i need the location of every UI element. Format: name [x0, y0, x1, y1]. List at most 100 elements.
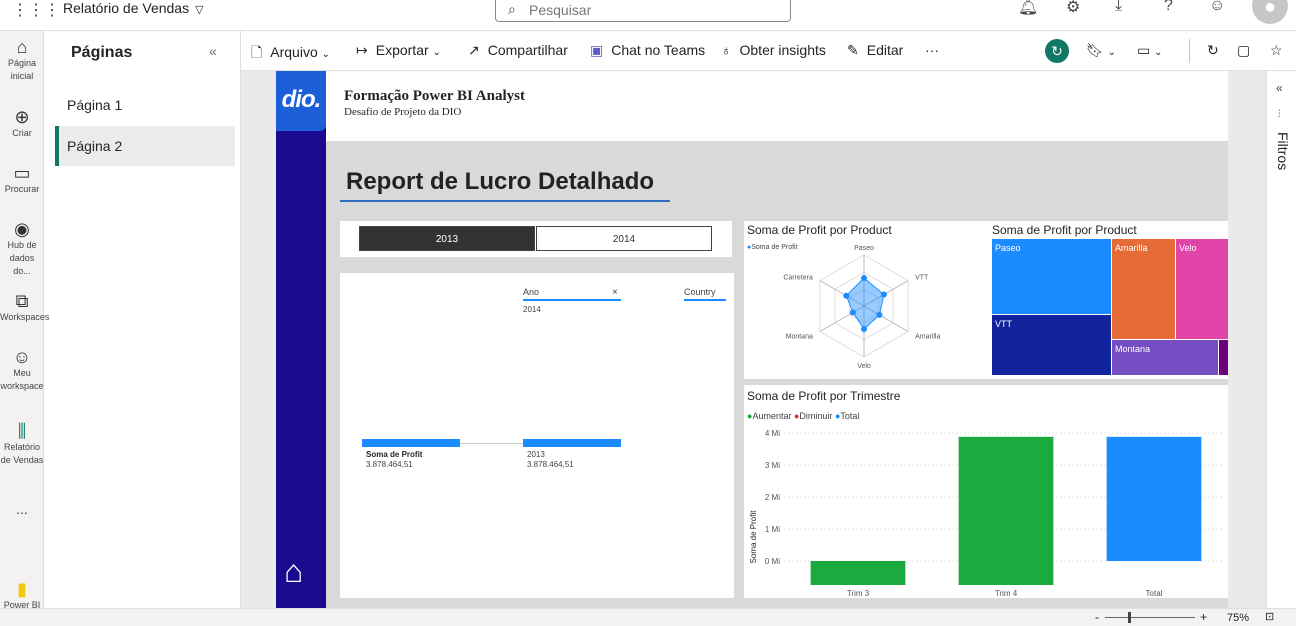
zoom-in-button[interactable]: +: [1200, 610, 1207, 624]
node-2013-bar[interactable]: [523, 439, 621, 447]
chevron-down-icon: ⌄: [432, 47, 441, 58]
waterfall-bar: [810, 561, 906, 585]
country-label: Country: [684, 287, 716, 297]
radar-axis-label: Carretera: [783, 275, 813, 282]
treemap-tile-montana[interactable]: Montana: [1112, 340, 1218, 375]
chevron-down-icon: ▽: [195, 4, 204, 16]
waterfall-bar: [1106, 436, 1202, 561]
refresh-status-icon[interactable]: ↻: [1045, 39, 1069, 63]
filters-label[interactable]: Filtros: [1275, 132, 1291, 170]
slicer-option-2013[interactable]: 2013: [359, 226, 535, 251]
zoom-slider-thumb[interactable]: [1128, 612, 1131, 623]
treemap-tile-carretera[interactable]: [1219, 340, 1228, 375]
y-tick-label: 1 Mi: [765, 525, 780, 534]
close-icon[interactable]: ×: [612, 287, 618, 298]
radar-point: [849, 309, 856, 316]
radar-point: [876, 311, 883, 318]
collapse-pane-icon[interactable]: «: [209, 43, 217, 59]
nav-workspaces[interactable]: ⧉ Workspaces: [0, 292, 49, 324]
tile-label: Amarilla: [1115, 243, 1148, 253]
nav-more[interactable]: ...: [0, 501, 44, 517]
radar-axis-label: Velo: [857, 363, 871, 370]
view-icon[interactable]: ▭ ⌄: [1137, 42, 1163, 59]
report-header: Formação Power BI Analyst Desafio de Pro…: [326, 71, 1228, 141]
comment-icon[interactable]: ▢: [1237, 42, 1250, 59]
header-title: Formação Power BI Analyst: [344, 88, 525, 104]
radar-point: [861, 274, 867, 281]
nav-home[interactable]: ⌂ Página inicial: [0, 38, 44, 83]
nav-label: Meu workspace: [0, 368, 44, 391]
insights-button[interactable]: ♁ Obter insights: [721, 42, 826, 58]
nav-label: Página inicial: [7, 58, 37, 81]
export-menu-button[interactable]: ↦ Exportar ⌄: [356, 42, 441, 59]
lightbulb-icon: ♁: [721, 42, 732, 58]
radar-axis-label: Amarilla: [915, 334, 940, 341]
root-node-bar[interactable]: [362, 439, 460, 447]
radar-point: [861, 325, 867, 332]
slicer-option-2014[interactable]: 2014: [536, 226, 712, 251]
teams-chat-button[interactable]: ▣ Chat no Teams: [590, 42, 705, 59]
zoom-level: 75%: [1227, 612, 1250, 624]
pages-title: Páginas: [71, 44, 133, 61]
page-item-1[interactable]: Página 1: [55, 85, 235, 125]
help-icon[interactable]: ?: [1164, 0, 1173, 15]
tile-label: Montana: [1115, 344, 1151, 354]
decomposition-tree: Ano × 2014 Country Soma de Profit 3.878.…: [340, 273, 734, 598]
treemap-tile-amarilla[interactable]: Amarilla: [1112, 239, 1175, 339]
report-title: Relatório de Vendas: [63, 0, 190, 16]
treemap-tile-velo[interactable]: Velo: [1176, 239, 1228, 339]
nav-my-workspace[interactable]: ☺ Meu workspace: [0, 348, 44, 393]
nav-create[interactable]: ⊕ Criar: [0, 108, 44, 140]
share-icon: ↗: [468, 42, 480, 58]
treemap-tile-vtt[interactable]: VTT: [992, 315, 1111, 375]
nav-label: Relatório de Vendas: [0, 442, 44, 465]
app-launcher-icon[interactable]: ⋮⋮⋮: [12, 0, 60, 20]
reload-icon[interactable]: ↻: [1207, 42, 1219, 59]
avatar[interactable]: ●: [1252, 0, 1288, 24]
bookmark-icon[interactable]: 🔖︎ ⌄: [1086, 42, 1116, 59]
share-button[interactable]: ↗ Compartilhar: [468, 42, 568, 59]
home-icon[interactable]: ⌂: [284, 553, 303, 590]
pages-pane: Páginas « Página 1 Página 2: [55, 31, 241, 608]
nav-report[interactable]: ⫼ Relatório de Vendas: [0, 422, 44, 467]
status-bar: - + 75% ⊡: [0, 608, 1296, 626]
more-icon: ...: [16, 501, 28, 517]
expand-icon[interactable]: «: [1276, 81, 1283, 95]
more-options-icon[interactable]: ···: [925, 42, 939, 58]
x-tick-label: Trim 4: [995, 589, 1018, 598]
file-menu-button[interactable]: 🗋︎ Arquivo ⌄: [251, 42, 330, 66]
data-hub-icon: ◉: [14, 219, 30, 239]
root-node-value: 3.878.464,51: [366, 460, 413, 469]
report-title: Report de Lucro Detalhado: [346, 168, 655, 195]
y-tick-label: 4 Mi: [765, 429, 780, 438]
radar-axis-label: VTT: [915, 275, 929, 282]
gear-icon[interactable]: ⚙: [1066, 0, 1080, 17]
edit-button[interactable]: ✎ Editar: [847, 42, 903, 59]
insights-label: Obter insights: [739, 42, 826, 58]
report-title-menu[interactable]: Relatório de Vendas ▽: [63, 0, 204, 16]
radar-series-area: [845, 277, 885, 330]
download-icon[interactable]: ⤓: [1115, 0, 1122, 15]
folder-icon: ▭: [13, 163, 31, 183]
powerbi-logo-icon: ▮: [17, 579, 27, 599]
connector-line: [460, 443, 523, 444]
favorite-star-icon[interactable]: ☆: [1270, 42, 1283, 59]
treemap-chart: Paseo VTT Amarilla Velo Montana: [992, 239, 1228, 375]
header-subtitle: Desafio de Projeto da DIO: [344, 106, 462, 118]
feedback-smiley-icon[interactable]: ☺: [1209, 0, 1225, 15]
dio-logo: dio.: [276, 71, 326, 131]
nav-data-hub[interactable]: ◉ Hub de dados do...: [0, 219, 44, 278]
nav-browse[interactable]: ▭ Procurar: [0, 163, 44, 196]
tile-label: Velo: [1179, 243, 1197, 253]
fit-page-icon[interactable]: ⊡: [1265, 610, 1274, 623]
treemap-tile-paseo[interactable]: Paseo: [992, 239, 1111, 314]
zoom-out-button[interactable]: -: [1095, 610, 1099, 624]
year-slicer: 2013 2014: [340, 221, 732, 257]
search-box[interactable]: ⌕ Pesquisar: [495, 0, 791, 22]
page-item-2[interactable]: Página 2: [55, 126, 235, 166]
file-icon: 🗋︎: [251, 44, 263, 60]
bell-icon[interactable]: 🔔︎: [1018, 0, 1038, 17]
zoom-slider[interactable]: [1105, 617, 1195, 618]
ano-value: 2014: [523, 305, 541, 314]
pencil-icon: ✎: [847, 42, 859, 58]
